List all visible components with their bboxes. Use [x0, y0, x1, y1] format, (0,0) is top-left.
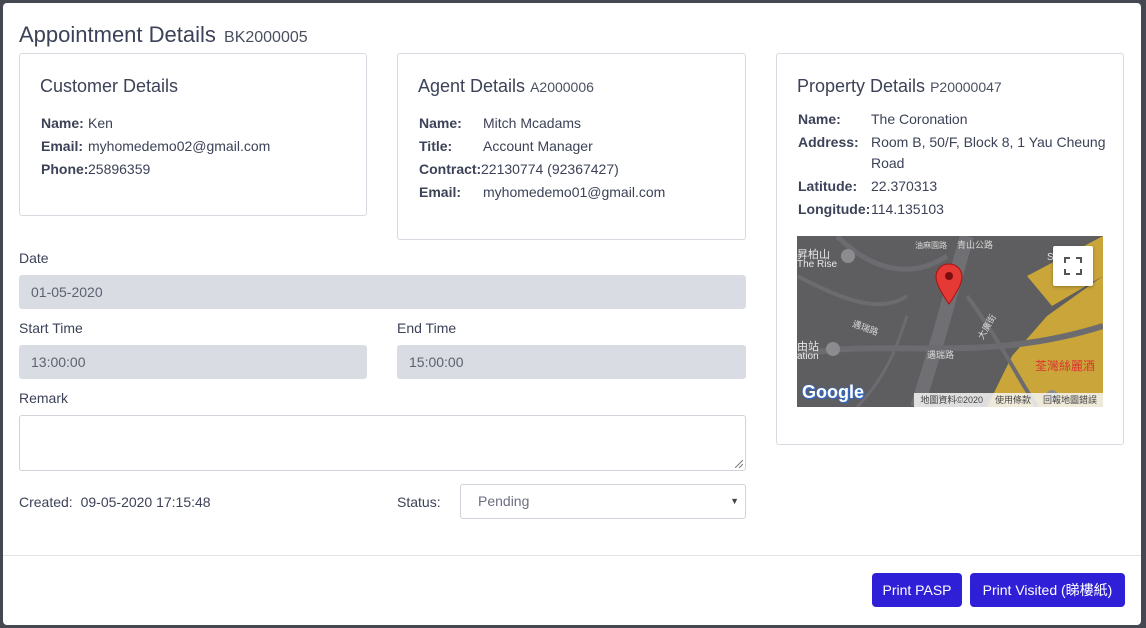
property-address-line2: Road: [871, 155, 905, 171]
print-pasp-button[interactable]: Print PASP: [872, 573, 962, 607]
chevron-down-icon: ▼: [730, 496, 739, 506]
status-select[interactable]: Pending ▼: [460, 484, 746, 519]
modal-title-text: Appointment Details: [19, 22, 216, 47]
agent-title-value: Account Manager: [483, 138, 593, 154]
customer-email-value: myhomedemo02@gmail.com: [88, 138, 271, 154]
print-visited-button[interactable]: Print Visited (睇樓紙): [970, 573, 1125, 607]
customer-phone-value: 25896359: [88, 161, 151, 177]
agent-name-label: Name:: [419, 115, 462, 131]
created-label: Created:: [19, 494, 73, 510]
map-label-road-2: 遇瑞路: [927, 350, 955, 360]
status-label: Status:: [397, 494, 441, 510]
created-value: 09-05-2020 17:15:48: [80, 494, 211, 510]
created-info: Created: 09-05-2020 17:15:48: [19, 494, 211, 510]
date-field[interactable]: 01-05-2020: [19, 275, 746, 309]
agent-title-label: Title:: [419, 138, 453, 154]
modal-title: Appointment Details BK2000005: [19, 22, 308, 48]
map-label-ation: ation: [797, 351, 819, 362]
property-code: P20000047: [930, 79, 1002, 95]
property-latitude-value: 22.370313: [871, 178, 938, 194]
property-name-value: The Coronation: [871, 111, 968, 127]
map-label-road-5: 青山公路: [957, 240, 994, 250]
property-name-label: Name:: [798, 111, 841, 127]
customer-name-label: Name:: [41, 115, 84, 131]
date-label: Date: [19, 250, 49, 266]
property-latitude-label: Latitude:: [798, 178, 858, 194]
end-time-label: End Time: [397, 320, 457, 336]
property-details-heading: Property Details P20000047: [797, 76, 1002, 97]
customer-details-card: Customer Details Name: Ken Email: myhome…: [19, 53, 367, 216]
booking-code: BK2000005: [224, 29, 308, 46]
map-label-road-4: 油麻園路: [915, 241, 947, 250]
agent-contract-value: 22130774 (92367427): [481, 161, 619, 177]
customer-email-label: Email:: [41, 138, 84, 154]
appointment-details-modal: Appointment Details BK2000005 Customer D…: [3, 3, 1141, 625]
agent-heading-text: Agent Details: [418, 76, 526, 96]
map-report-link[interactable]: 回報地圖錯誤: [1037, 393, 1103, 407]
map-footer: 地圖資料©2020 使用條款 回報地圖錯誤: [914, 393, 1103, 407]
map-data-credit: 地圖資料©2020: [920, 395, 983, 405]
agent-details-heading: Agent Details A2000006: [418, 76, 594, 97]
modal-footer-divider: [3, 555, 1141, 556]
agent-code: A2000006: [530, 79, 594, 95]
property-map[interactable]: 昇柏山 The Rise 由站 ation 荃灣絲麗酒 Shoppi 遇瑞路 遇…: [797, 236, 1103, 407]
customer-details-heading: Customer Details: [40, 76, 179, 96]
property-heading-text: Property Details: [797, 76, 926, 96]
property-longitude-label: Longitude:: [798, 201, 871, 217]
property-address-line1: Room B, 50/F, Block 8, 1 Yau Cheung: [871, 134, 1106, 150]
customer-name-value: Ken: [88, 115, 113, 131]
map-terms-link[interactable]: 使用條款: [989, 393, 1037, 407]
status-selected-value: Pending: [478, 493, 530, 509]
agent-email-value: myhomedemo01@gmail.com: [483, 184, 666, 200]
agent-contract-label: Contract:: [419, 161, 482, 177]
map-fullscreen-button[interactable]: [1053, 246, 1093, 286]
map-label-hotel: 荃灣絲麗酒: [1035, 359, 1096, 373]
google-logo: Google: [802, 382, 864, 402]
property-address-label: Address:: [798, 134, 859, 150]
fullscreen-icon: [1064, 257, 1082, 275]
start-time-field[interactable]: 13:00:00: [19, 345, 367, 379]
agent-email-label: Email:: [419, 184, 462, 200]
end-time-field[interactable]: 15:00:00: [397, 345, 746, 379]
property-details-card: Property Details P20000047 Name: The Cor…: [776, 53, 1124, 445]
agent-details-card: Agent Details A2000006 Name: Mitch Mcada…: [397, 53, 746, 240]
map-label-the-rise: The Rise: [797, 259, 838, 270]
map-pin-icon[interactable]: [934, 262, 964, 306]
resize-handle-icon[interactable]: [735, 460, 743, 468]
agent-name-value: Mitch Mcadams: [483, 115, 582, 131]
customer-phone-label: Phone:: [41, 161, 89, 177]
remark-textarea[interactable]: [19, 415, 746, 471]
start-time-label: Start Time: [19, 320, 83, 336]
property-longitude-value: 114.135103: [871, 201, 944, 217]
remark-label: Remark: [19, 390, 69, 406]
